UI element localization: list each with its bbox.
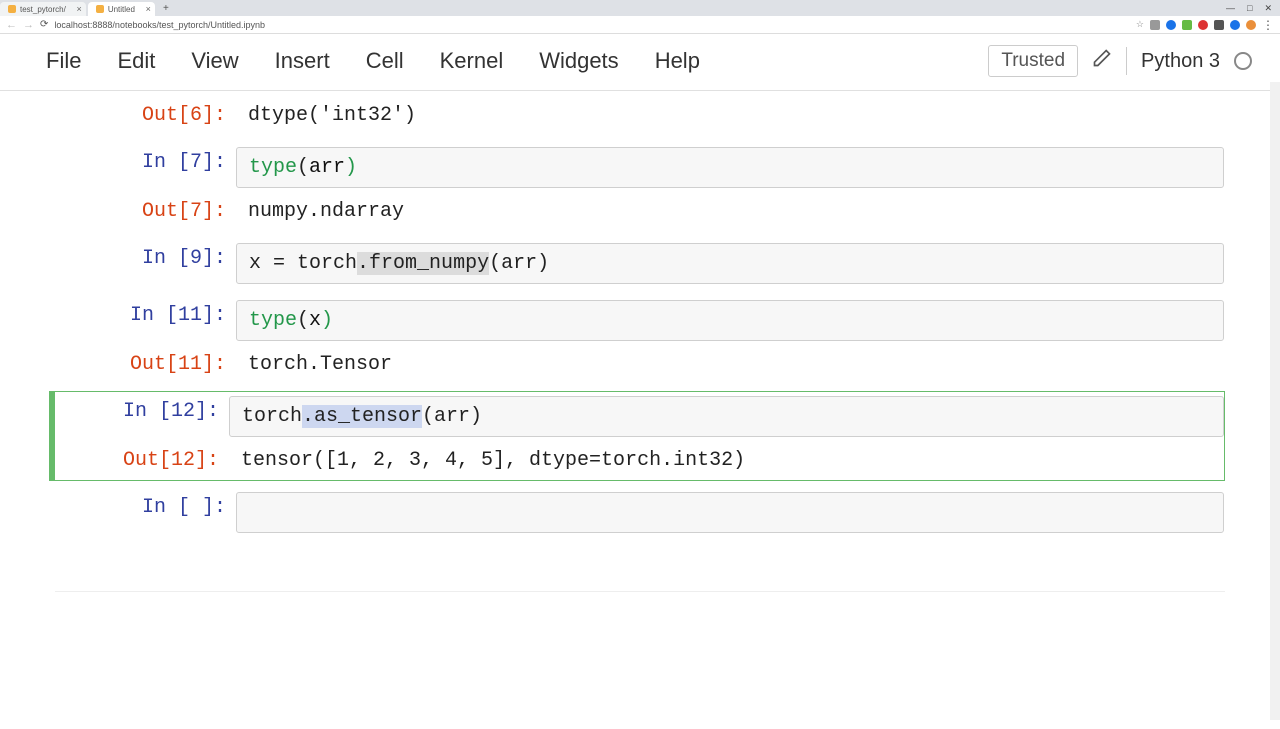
cell-output: torch.Tensor [236, 345, 1224, 384]
menu-view[interactable]: View [173, 42, 256, 80]
window-controls: — □ ✕ [1226, 3, 1280, 14]
notebook-container: Out[6]:dtype('int32')In [7]:type(arr)Out… [55, 91, 1225, 729]
code-input[interactable] [236, 492, 1224, 533]
ext-icon[interactable] [1166, 20, 1176, 30]
reload-button[interactable]: ⟳ [40, 19, 48, 30]
browser-tab[interactable]: Untitled × [88, 2, 155, 16]
browser-menu-button[interactable]: ⋮ [1262, 18, 1274, 32]
close-window-button[interactable]: ✕ [1264, 3, 1272, 14]
tab-close-icon[interactable]: × [77, 4, 82, 14]
notebook-menubar: FileEditViewInsertCellKernelWidgetsHelp … [0, 34, 1280, 91]
code-cell[interactable]: In [ ]: [55, 487, 1225, 538]
kernel-name[interactable]: Python 3 [1141, 50, 1220, 73]
avatar-icon[interactable] [1246, 20, 1256, 30]
ext-icon[interactable] [1182, 20, 1192, 30]
minimize-button[interactable]: — [1226, 3, 1235, 14]
address-bar: ← → ⟳ localhost:8888/notebooks/test_pyto… [0, 16, 1280, 34]
browser-tab[interactable]: test_pytorch/ × [0, 2, 86, 16]
code-cell[interactable]: In [9]:x = torch.from_numpy(arr) [55, 238, 1225, 289]
output-prompt: Out[11]: [56, 345, 236, 384]
output-prompt: Out[12]: [55, 441, 229, 480]
notebook-scroll[interactable]: Out[6]:dtype('int32')In [7]:type(arr)Out… [0, 91, 1280, 729]
maximize-button[interactable]: □ [1247, 3, 1252, 14]
menu-edit[interactable]: Edit [99, 42, 173, 80]
tab-title: test_pytorch/ [20, 5, 66, 14]
input-prompt: In [7]: [56, 143, 236, 182]
vertical-scrollbar[interactable] [1270, 82, 1280, 720]
input-prompt: In [ ]: [56, 488, 236, 527]
output-prompt: Out[7]: [56, 192, 236, 231]
menu-cell[interactable]: Cell [348, 42, 422, 80]
code-input[interactable]: type(arr) [236, 147, 1224, 188]
code-cell[interactable]: In [7]:type(arr)Out[7]:numpy.ndarray [55, 142, 1225, 232]
divider [1126, 47, 1127, 75]
trusted-button[interactable]: Trusted [988, 45, 1078, 77]
menu-widgets[interactable]: Widgets [521, 42, 636, 80]
ext-icon[interactable] [1214, 20, 1224, 30]
favicon [8, 5, 16, 13]
star-icon[interactable]: ☆ [1136, 19, 1144, 30]
input-prompt: In [9]: [56, 239, 236, 278]
code-cell[interactable]: In [12]:torch.as_tensor(arr)Out[12]:tens… [49, 391, 1225, 481]
favicon [96, 5, 104, 13]
back-button[interactable]: ← [6, 19, 17, 31]
input-prompt: In [12]: [55, 392, 229, 431]
menu-insert[interactable]: Insert [257, 42, 348, 80]
tab-close-icon[interactable]: × [146, 4, 151, 14]
tab-title: Untitled [108, 5, 135, 14]
cell-output: dtype('int32') [236, 96, 1224, 135]
menu-file[interactable]: File [28, 42, 99, 80]
forward-button[interactable]: → [23, 19, 34, 31]
code-cell[interactable]: In [11]:type(x)Out[11]:torch.Tensor [55, 295, 1225, 385]
ext-icon[interactable] [1230, 20, 1240, 30]
menu-help[interactable]: Help [637, 42, 718, 80]
pencil-icon[interactable] [1092, 48, 1112, 74]
cell-output: tensor([1, 2, 3, 4, 5], dtype=torch.int3… [229, 441, 1224, 480]
output-prompt: Out[6]: [56, 96, 236, 135]
code-input[interactable]: type(x) [236, 300, 1224, 341]
code-input[interactable]: torch.as_tensor(arr) [229, 396, 1224, 437]
code-input[interactable]: x = torch.from_numpy(arr) [236, 243, 1224, 284]
input-prompt: In [11]: [56, 296, 236, 335]
kernel-status-icon [1234, 52, 1252, 70]
ext-icon[interactable] [1198, 20, 1208, 30]
new-tab-button[interactable]: + [157, 3, 175, 14]
ext-icon[interactable] [1150, 20, 1160, 30]
code-cell[interactable]: Out[6]:dtype('int32') [55, 95, 1225, 136]
menu-kernel[interactable]: Kernel [422, 42, 522, 80]
browser-tab-strip: test_pytorch/ × Untitled × + — □ ✕ [0, 0, 1280, 16]
cell-output: numpy.ndarray [236, 192, 1224, 231]
url-field[interactable]: localhost:8888/notebooks/test_pytorch/Un… [54, 20, 265, 30]
